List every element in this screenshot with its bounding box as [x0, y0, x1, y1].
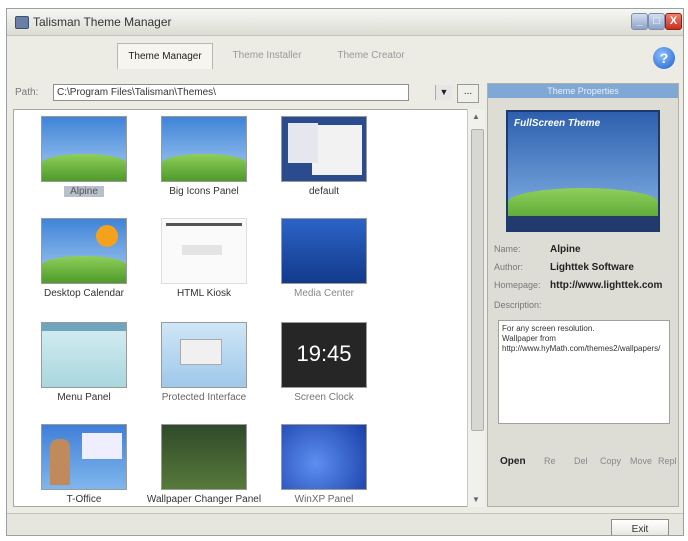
clock-text: 19:45	[296, 341, 352, 366]
theme-item[interactable]: Menu Panel	[24, 322, 144, 403]
author-row: Author: Lighttek Software	[494, 262, 634, 273]
theme-item[interactable]: default	[264, 116, 384, 197]
theme-name: WinXP Panel	[294, 494, 354, 505]
minimize-button[interactable]: _	[631, 13, 648, 30]
theme-item[interactable]: Alpine	[24, 116, 144, 197]
author-label: Author:	[494, 262, 524, 272]
theme-grid-scrollbar[interactable]: ▲ ▼	[467, 109, 485, 507]
scrollbar-thumb[interactable]	[471, 129, 484, 431]
theme-preview: FullScreen Theme	[506, 110, 660, 232]
theme-name: default	[308, 186, 340, 197]
theme-name: T-Office	[66, 494, 102, 505]
theme-item[interactable]: 19:45 Screen Clock	[264, 322, 384, 403]
app-icon	[15, 16, 29, 29]
theme-name: Wallpaper Changer Panel	[146, 494, 262, 505]
tab-theme-creator[interactable]: Theme Creator	[323, 43, 419, 69]
theme-thumbnail	[281, 116, 367, 182]
theme-name: Desktop Calendar	[43, 288, 125, 299]
scroll-up-icon[interactable]: ▲	[472, 112, 480, 121]
copy-button[interactable]: Copy	[600, 456, 621, 466]
theme-thumbnail	[281, 424, 367, 490]
theme-thumbnail	[41, 322, 127, 388]
theme-thumbnail: 19:45	[281, 322, 367, 388]
path-label: Path:	[15, 87, 39, 98]
theme-item[interactable]: Wallpaper Changer Panel	[144, 424, 264, 505]
theme-name: Menu Panel	[57, 392, 111, 403]
theme-properties-panel: Theme Properties FullScreen Theme Name: …	[487, 83, 679, 507]
scroll-down-icon[interactable]: ▼	[472, 495, 480, 504]
rename-button[interactable]: Re	[544, 456, 556, 466]
browse-button[interactable]: ...	[457, 84, 479, 103]
theme-name: HTML Kiosk	[176, 288, 232, 299]
theme-thumbnail	[161, 116, 247, 182]
theme-thumbnail	[41, 424, 127, 490]
theme-name: Alpine	[64, 186, 104, 197]
maximize-button[interactable]: □	[648, 13, 665, 30]
description-text: For any screen resolution. Wallpaper fro…	[502, 324, 661, 353]
preview-title: FullScreen Theme	[514, 118, 601, 129]
move-button[interactable]: Move	[630, 456, 652, 466]
path-dropdown-icon[interactable]: ▼	[435, 85, 452, 100]
tab-theme-installer[interactable]: Theme Installer	[219, 43, 315, 69]
theme-thumbnail	[41, 218, 127, 284]
theme-item[interactable]: Desktop Calendar	[24, 218, 144, 299]
status-bar	[7, 513, 683, 535]
theme-item[interactable]: HTML Kiosk	[144, 218, 264, 299]
help-icon[interactable]: ?	[653, 47, 675, 69]
homepage-value[interactable]: http://www.lighttek.com	[550, 280, 662, 291]
replace-button[interactable]: Repl	[658, 456, 677, 466]
open-button[interactable]: Open	[500, 456, 526, 467]
theme-thumbnail	[161, 322, 247, 388]
path-input[interactable]: C:\Program Files\Talisman\Themes\	[53, 84, 409, 101]
theme-item[interactable]: T-Office	[24, 424, 144, 505]
window-title: Talisman Theme Manager	[33, 15, 172, 29]
theme-thumbnail	[161, 424, 247, 490]
theme-thumbnail	[41, 116, 127, 182]
exit-button[interactable]: Exit	[611, 519, 669, 535]
close-button[interactable]: X	[665, 13, 682, 30]
tab-theme-manager[interactable]: Theme Manager	[117, 43, 213, 69]
theme-item[interactable]: WinXP Panel	[264, 424, 384, 505]
theme-item[interactable]: Big Icons Panel	[144, 116, 264, 197]
theme-thumbnail	[161, 218, 247, 284]
theme-item[interactable]: Protected Interface	[144, 322, 264, 403]
theme-name: Big Icons Panel	[169, 186, 239, 197]
title-bar[interactable]: Talisman Theme Manager _ □ X	[7, 9, 683, 36]
theme-item[interactable]: Media Center	[264, 218, 384, 299]
description-box[interactable]: For any screen resolution. Wallpaper fro…	[498, 320, 670, 424]
theme-name: Protected Interface	[161, 392, 247, 403]
theme-thumbnail	[281, 218, 367, 284]
path-value: C:\Program Files\Talisman\Themes\	[57, 87, 216, 98]
name-value: Alpine	[550, 244, 581, 255]
name-row: Name: Alpine	[494, 244, 581, 255]
properties-header: Theme Properties	[488, 84, 678, 98]
theme-grid: Alpine Big Icons Panel default Desktop C…	[13, 109, 475, 507]
author-value: Lighttek Software	[550, 262, 634, 273]
theme-name: Screen Clock	[294, 392, 354, 403]
homepage-row: Homepage: http://www.lighttek.com	[494, 280, 662, 291]
delete-button[interactable]: Del	[574, 456, 588, 466]
app-window: Talisman Theme Manager _ □ X ? Theme Man…	[6, 8, 684, 536]
description-label: Description:	[494, 300, 542, 310]
name-label: Name:	[494, 244, 521, 254]
theme-name: Media Center	[293, 288, 355, 299]
theme-actions: Open Re Del Copy Move Repl	[494, 456, 677, 472]
homepage-label: Homepage:	[494, 280, 541, 290]
